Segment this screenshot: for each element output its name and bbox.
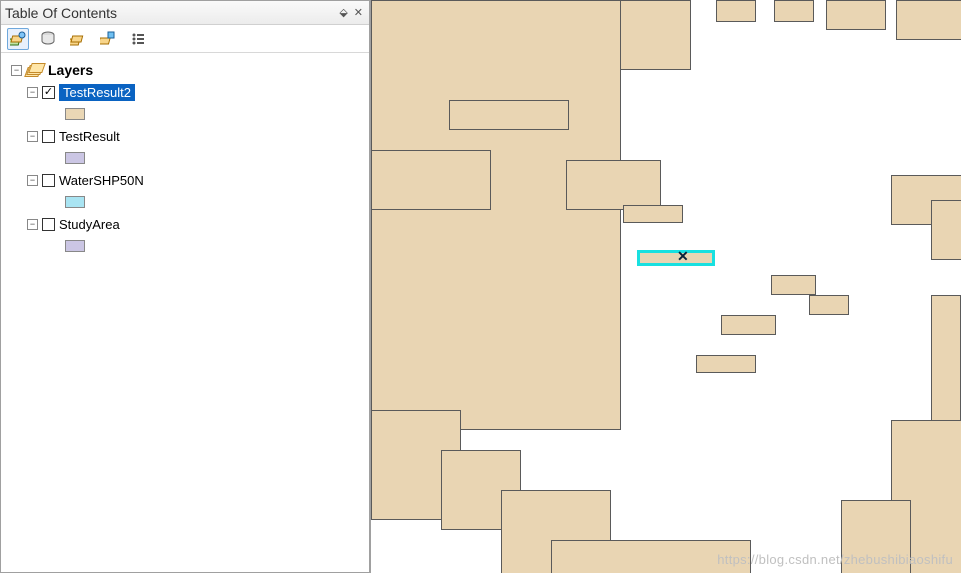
layer-name[interactable]: WaterSHP50N: [59, 173, 144, 188]
root-label: Layers: [48, 62, 93, 78]
options-button[interactable]: [127, 28, 149, 50]
toc-title-text: Table Of Contents: [5, 5, 339, 21]
selected-feature-highlight: [637, 250, 715, 266]
tree-layer-row[interactable]: − ✓ TestResult2: [5, 81, 365, 103]
expander-icon[interactable]: −: [27, 175, 38, 186]
layer-symbol-swatch[interactable]: [65, 108, 85, 120]
tree-root-layers[interactable]: − Layers: [5, 59, 365, 81]
layer-visibility-checkbox[interactable]: [42, 130, 55, 143]
titlebar-controls: ⬙ ✕: [339, 6, 365, 19]
tree-symbol-row: [5, 191, 365, 213]
tree-symbol-row: [5, 103, 365, 125]
layer-symbol-swatch[interactable]: [65, 196, 85, 208]
list-by-drawing-order-button[interactable]: [7, 28, 29, 50]
expander-icon[interactable]: −: [27, 131, 38, 142]
tree-layer-row[interactable]: − TestResult: [5, 125, 365, 147]
table-of-contents-panel: Table Of Contents ⬙ ✕ − Layers: [0, 0, 370, 573]
map-canvas[interactable]: ✕ https://blog.csdn.net/zhebushibiaoshif…: [370, 0, 961, 573]
expander-icon[interactable]: −: [27, 219, 38, 230]
tree-symbol-row: [5, 147, 365, 169]
list-by-selection-button[interactable]: [97, 28, 119, 50]
layer-symbol-swatch[interactable]: [65, 152, 85, 164]
layer-visibility-checkbox[interactable]: [42, 174, 55, 187]
tree-layer-row[interactable]: − WaterSHP50N: [5, 169, 365, 191]
layer-name[interactable]: StudyArea: [59, 217, 120, 232]
expander-icon[interactable]: −: [27, 87, 38, 98]
expander-icon[interactable]: −: [11, 65, 22, 76]
close-icon[interactable]: ✕: [354, 6, 363, 19]
list-by-source-button[interactable]: [37, 28, 59, 50]
layer-visibility-checkbox[interactable]: [42, 218, 55, 231]
list-by-visibility-button[interactable]: [67, 28, 89, 50]
layer-name[interactable]: TestResult: [59, 129, 120, 144]
tree-layer-row[interactable]: − StudyArea: [5, 213, 365, 235]
toc-titlebar: Table Of Contents ⬙ ✕: [1, 1, 369, 25]
layer-symbol-swatch[interactable]: [65, 240, 85, 252]
tree-symbol-row: [5, 235, 365, 257]
layer-tree: − Layers − ✓ TestResult2 − TestResult: [1, 53, 369, 572]
layers-stack-icon: [26, 63, 44, 77]
selection-center-marker: ✕: [677, 248, 689, 265]
toc-toolbar: [1, 25, 369, 53]
layer-visibility-checkbox[interactable]: ✓: [42, 86, 55, 99]
pin-icon[interactable]: ⬙: [339, 6, 347, 19]
layer-name[interactable]: TestResult2: [59, 84, 135, 101]
watermark-text: https://blog.csdn.net/zhebushibiaoshifu: [717, 552, 953, 567]
